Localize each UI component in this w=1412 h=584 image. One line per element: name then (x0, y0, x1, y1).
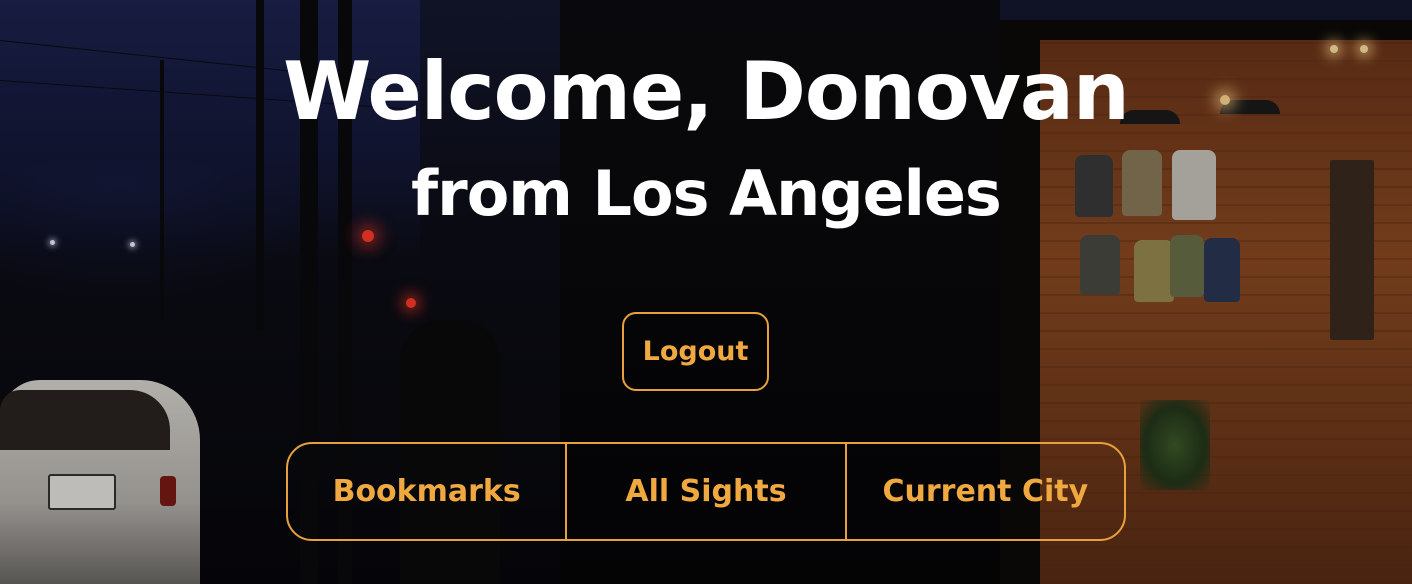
main-nav: Bookmarks All Sights Current City (286, 442, 1126, 541)
hero-section: Welcome, Donovan from Los Angeles Logout… (0, 0, 1412, 584)
nav-bookmarks-button[interactable]: Bookmarks (288, 444, 565, 539)
logout-button[interactable]: Logout (622, 312, 769, 391)
location-subheading: from Los Angeles (411, 157, 1002, 230)
welcome-heading: Welcome, Donovan (283, 45, 1130, 138)
nav-current-city-button[interactable]: Current City (844, 444, 1124, 539)
nav-all-sights-button[interactable]: All Sights (565, 444, 844, 539)
